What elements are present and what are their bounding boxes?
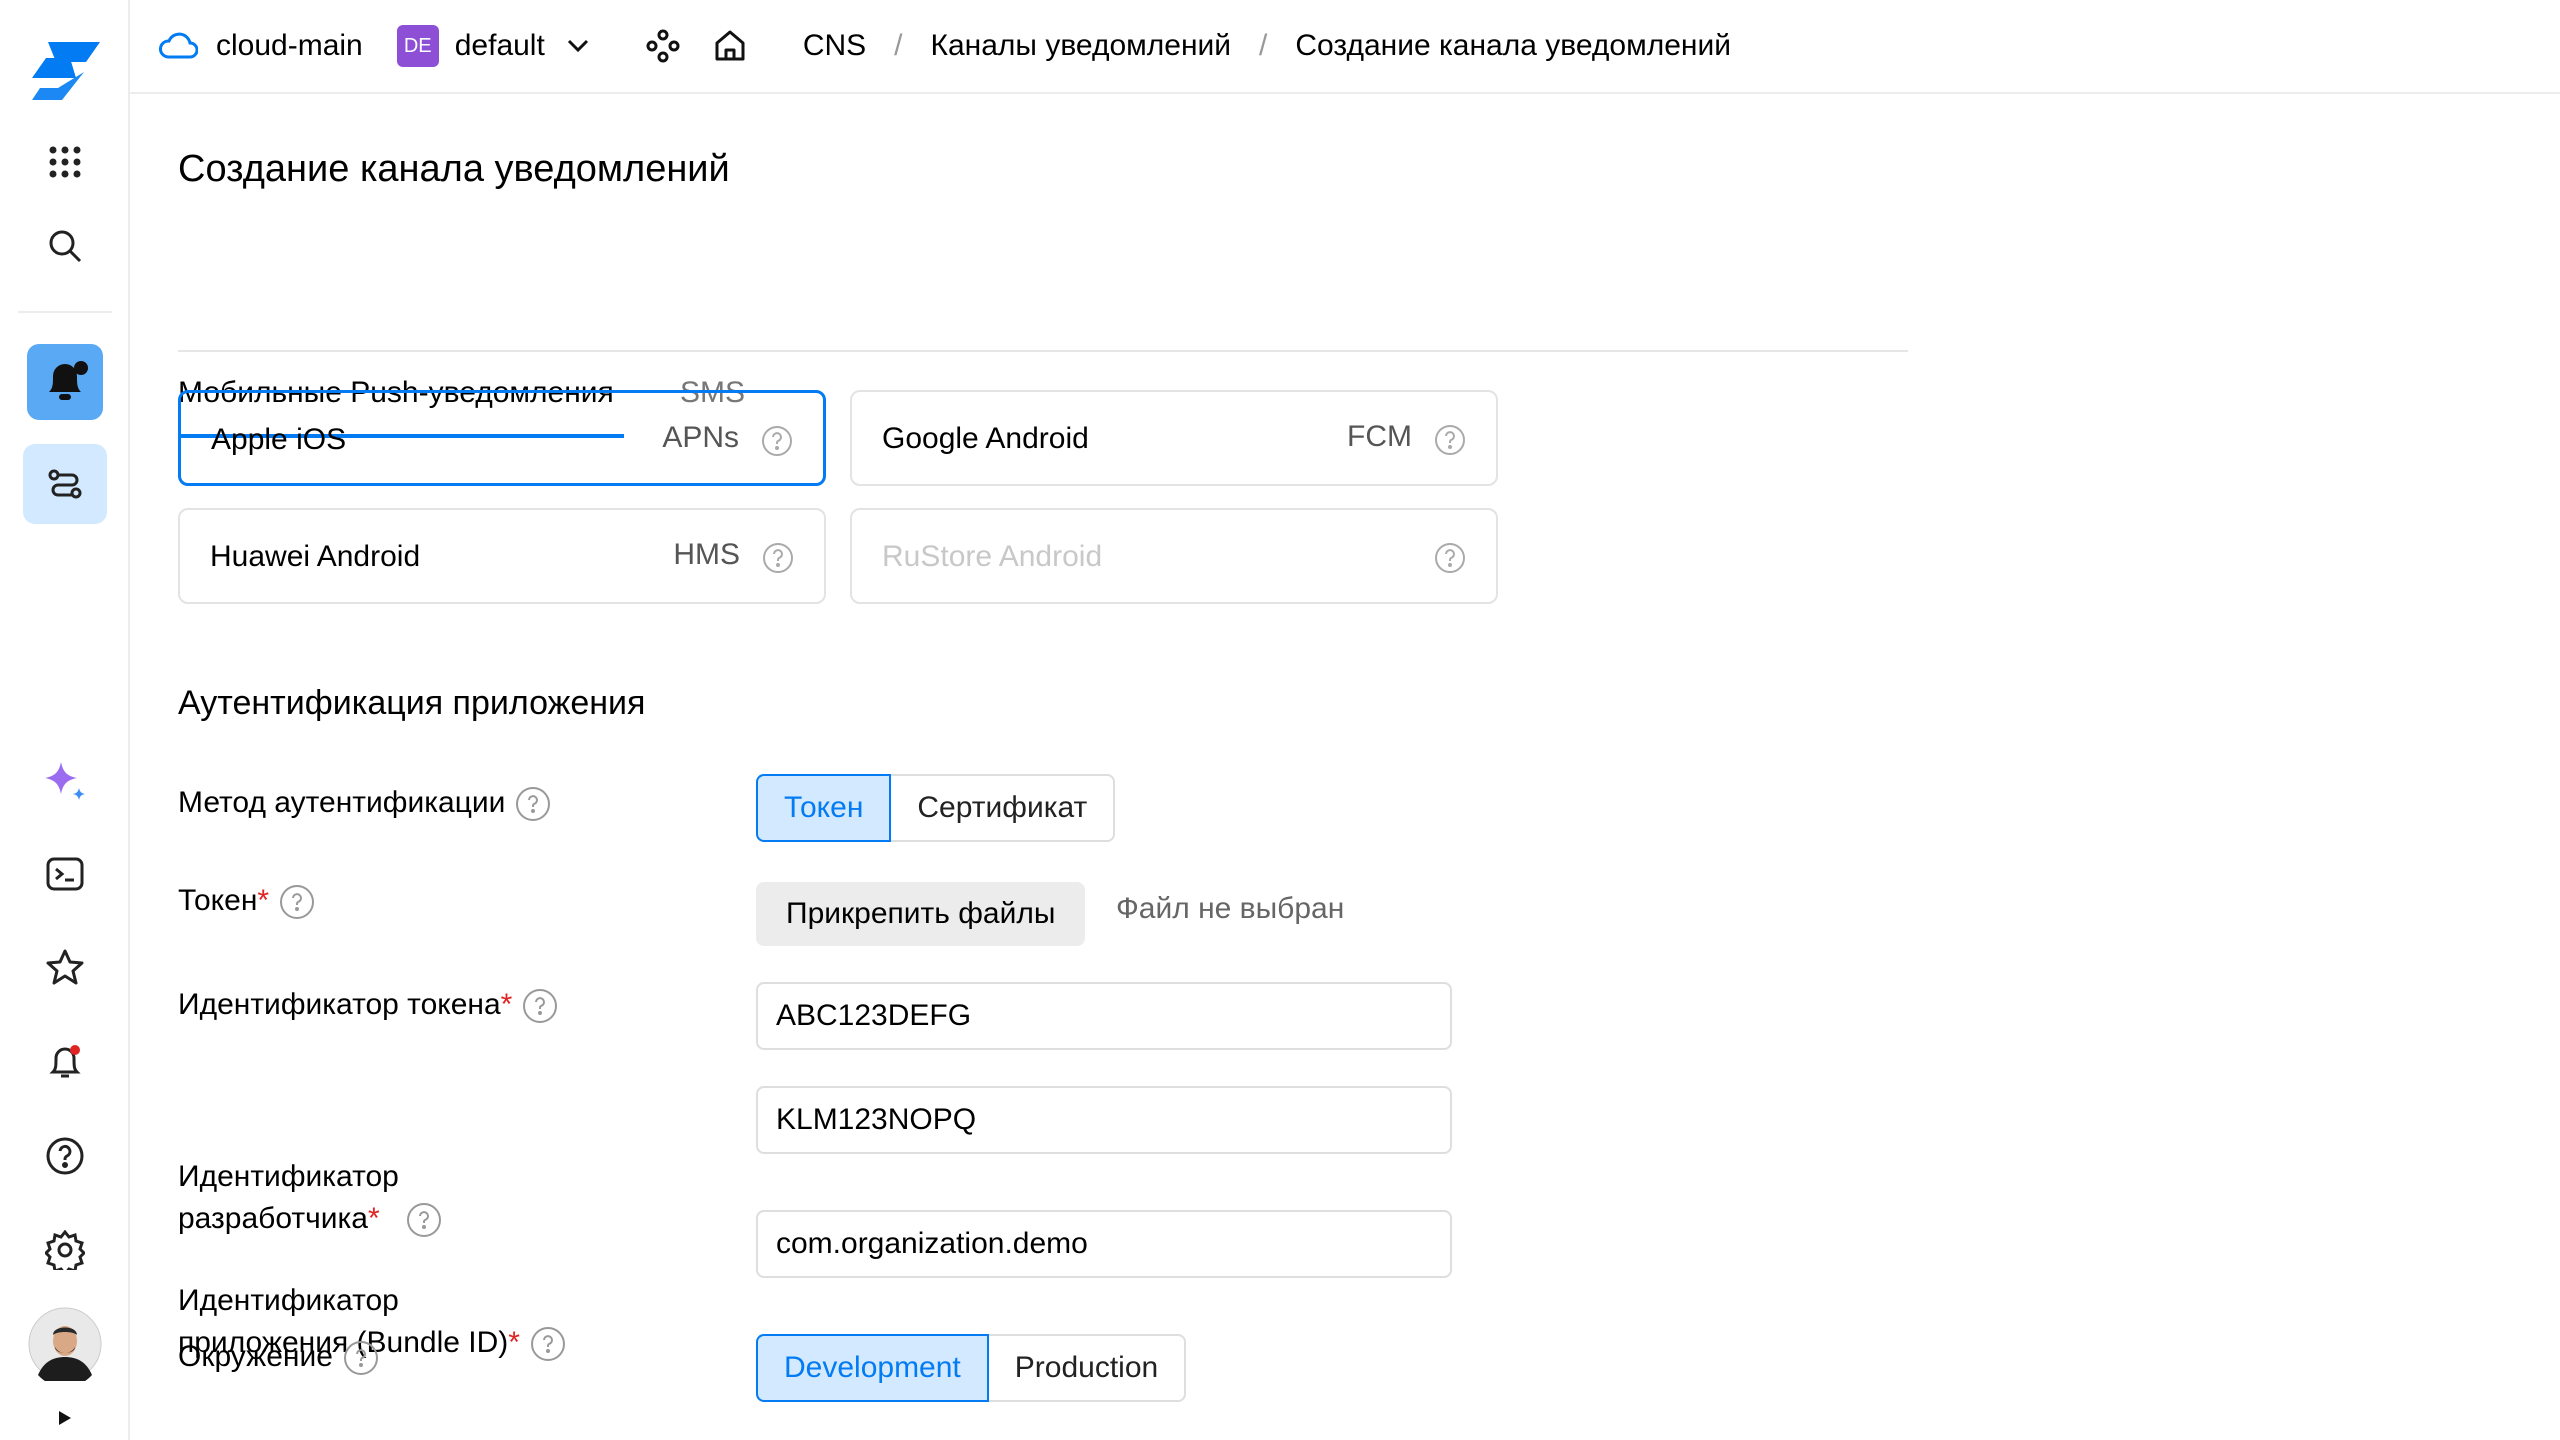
field-label-team-id: Идентификатор разработчика* <box>178 1156 442 1240</box>
platform-code: HMS <box>673 538 740 571</box>
platform-code: APNs <box>662 421 739 454</box>
help-icon[interactable] <box>515 786 551 822</box>
cloud-icon <box>159 32 198 59</box>
ai-assistant-icon[interactable] <box>23 740 107 820</box>
cloud-selector[interactable]: cloud-main <box>158 29 363 63</box>
platform-name: Huawei Android <box>210 540 421 573</box>
help-icon[interactable] <box>279 884 315 920</box>
field-label-env: Окружение <box>178 1336 379 1378</box>
help-icon[interactable] <box>406 1202 442 1238</box>
env-development[interactable]: Development <box>756 1334 989 1402</box>
home-icon[interactable] <box>713 29 747 63</box>
attach-files-button[interactable]: Прикрепить файлы <box>756 882 1086 946</box>
cloud-name: cloud-main <box>216 29 363 62</box>
platform-card-ios[interactable]: Apple iOS APNs <box>178 390 826 486</box>
team-id-input[interactable]: KLM123NOPQ <box>756 1086 1452 1154</box>
help-icon[interactable] <box>1434 424 1466 456</box>
folder-name: default <box>454 29 545 62</box>
env-production[interactable]: Production <box>988 1334 1187 1402</box>
search-icon[interactable] <box>23 206 107 286</box>
help-icon[interactable] <box>343 1340 379 1376</box>
sidebar-rail <box>0 0 130 1440</box>
field-label-method: Метод аутентификации <box>178 782 551 824</box>
help-icon[interactable] <box>23 1116 107 1196</box>
page-title: Создание канала уведомлений <box>178 148 730 190</box>
no-file-text: Файл не выбран <box>1116 892 1345 925</box>
rail-divider <box>18 311 112 313</box>
help-icon[interactable] <box>1434 542 1466 574</box>
platform-card-android[interactable]: Google Android FCM <box>850 390 1498 486</box>
expand-rail-icon[interactable] <box>23 1396 107 1440</box>
chevron-down-icon <box>567 39 588 53</box>
folder-badge: DE <box>396 25 439 67</box>
help-icon[interactable] <box>530 1326 566 1362</box>
cloud-logo-icon[interactable] <box>26 38 106 107</box>
breadcrumb-cns[interactable]: CNS <box>803 29 866 63</box>
platform-card-huawei[interactable]: Huawei Android HMS <box>178 508 826 604</box>
help-icon[interactable] <box>522 988 558 1024</box>
platform-name: Apple iOS <box>211 423 347 456</box>
auth-method-certificate[interactable]: Сертификат <box>891 774 1116 842</box>
auth-method-token[interactable]: Токен <box>756 774 892 842</box>
notifications-bell-icon[interactable] <box>23 1022 107 1102</box>
top-bar: cloud-main DE default CNS / Каналы уведо… <box>130 0 2560 94</box>
platform-card-rustore: RuStore Android <box>850 508 1498 604</box>
auth-method-switch: Токен Сертификат <box>756 774 1116 842</box>
field-label-token: Токен* <box>178 880 315 922</box>
favorites-star-icon[interactable] <box>23 928 107 1008</box>
help-icon[interactable] <box>762 542 794 574</box>
key-id-input[interactable]: ABC123DEFG <box>756 982 1452 1050</box>
platform-name: Google Android <box>882 422 1089 455</box>
settings-gear-icon[interactable] <box>23 1210 107 1290</box>
user-avatar[interactable] <box>23 1304 107 1384</box>
services-grid-icon[interactable] <box>23 122 107 202</box>
cns-service-icon[interactable] <box>23 342 107 422</box>
help-icon[interactable] <box>761 425 793 457</box>
terminal-icon[interactable] <box>23 834 107 914</box>
routes-icon[interactable] <box>23 444 107 524</box>
section-title-auth: Аутентификация приложения <box>178 684 646 722</box>
environment-switch: Development Production <box>756 1334 1187 1402</box>
platform-code: FCM <box>1347 420 1412 453</box>
service-map-icon[interactable] <box>645 28 681 64</box>
breadcrumb-channels[interactable]: Каналы уведомлений <box>931 29 1232 63</box>
folder-selector[interactable]: DE default <box>396 25 589 67</box>
breadcrumb-current: Создание канала уведомлений <box>1295 29 1731 62</box>
bundle-id-input[interactable]: com.organization.demo <box>756 1210 1452 1278</box>
field-label-key-id: Идентификатор токена* <box>178 984 558 1026</box>
platform-name: RuStore Android <box>882 540 1103 573</box>
